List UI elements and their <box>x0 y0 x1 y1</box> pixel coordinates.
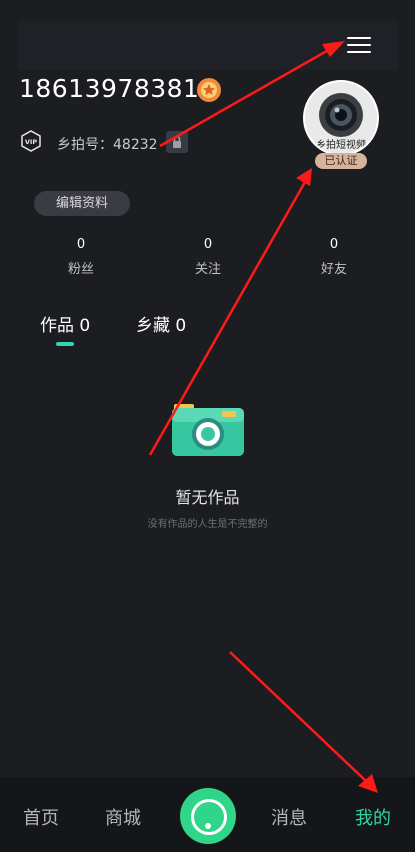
tab-works[interactable]: 作品 0 <box>40 311 90 336</box>
nav-messages[interactable]: 消息 <box>271 804 307 830</box>
top-bar <box>18 20 398 70</box>
empty-state-subtitle: 没有作品的人生是不完整的 <box>147 519 268 530</box>
empty-state-title: 暂无作品 <box>175 488 240 507</box>
active-tab-indicator <box>56 342 74 346</box>
user-id-label: 乡拍号：48232 <box>57 137 158 153</box>
edit-profile-button[interactable]: 编辑资料 <box>34 191 130 216</box>
avatar-caption: 乡拍短视频 <box>316 140 366 151</box>
stat-label: 关注 <box>194 262 221 277</box>
nav-mall[interactable]: 商城 <box>105 804 141 830</box>
stat-count: 0 <box>329 237 339 252</box>
stat-following[interactable]: 0 关注 <box>168 237 248 277</box>
record-icon <box>191 799 227 835</box>
stat-label: 粉丝 <box>67 262 94 277</box>
record-button[interactable] <box>180 788 236 844</box>
medal-icon <box>197 78 221 102</box>
vip-badge-icon: VIP <box>21 130 41 152</box>
stat-count: 0 <box>76 237 86 252</box>
bottom-nav: 首页 商城 消息 我的 <box>0 777 415 852</box>
stat-label: 好友 <box>320 262 347 277</box>
user-phone-number: 18613978381 <box>19 74 200 103</box>
camera-illustration-icon <box>172 404 244 456</box>
stat-count: 0 <box>203 237 213 252</box>
nav-me[interactable]: 我的 <box>355 804 391 830</box>
verified-badge: 已认证 <box>315 153 367 169</box>
menu-icon[interactable] <box>347 36 373 54</box>
stat-friends[interactable]: 0 好友 <box>294 237 374 277</box>
svg-text:VIP: VIP <box>25 138 37 146</box>
lock-icon[interactable] <box>166 131 188 153</box>
stat-fans[interactable]: 0 粉丝 <box>41 237 121 277</box>
tab-collection[interactable]: 乡藏 0 <box>136 311 186 336</box>
nav-home[interactable]: 首页 <box>23 804 59 830</box>
record-dot <box>205 823 211 829</box>
avatar[interactable]: 乡拍短视频 <box>305 82 377 154</box>
annotation-arrow-me-tab <box>229 651 368 783</box>
